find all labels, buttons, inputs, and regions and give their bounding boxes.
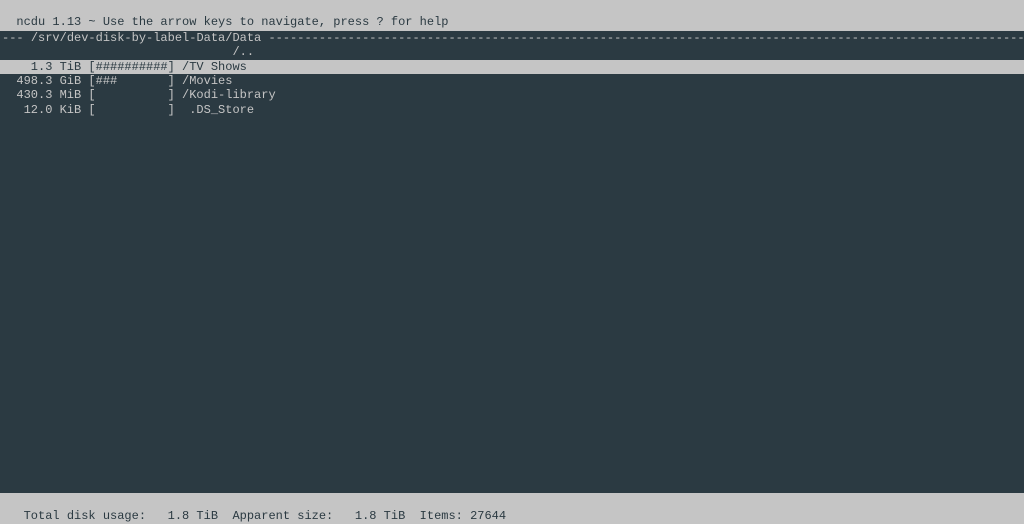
footer-stats: Total disk usage: 1.8 TiB Apparent size:… <box>16 509 506 523</box>
list-item[interactable]: 1.3 TiB [##########] /TV Shows <box>0 60 1024 74</box>
footer-bar: Total disk usage: 1.8 TiB Apparent size:… <box>0 493 1024 524</box>
current-directory: /srv/dev-disk-by-label-Data/Data <box>31 31 261 45</box>
list-item[interactable]: 12.0 KiB [ ] .DS_Store <box>0 103 1024 117</box>
header-bar: ncdu 1.13 ~ Use the arrow keys to naviga… <box>0 0 1024 31</box>
path-prefix: --- <box>2 31 31 45</box>
app-title: ncdu 1.13 ~ Use the arrow keys to naviga… <box>16 15 448 29</box>
path-line: --- /srv/dev-disk-by-label-Data/Data ---… <box>0 31 1024 45</box>
list-item[interactable]: 498.3 GiB [### ] /Movies <box>0 74 1024 88</box>
path-dashes: ----------------------------------------… <box>261 31 1024 45</box>
list-item[interactable]: 430.3 MiB [ ] /Kodi-library <box>0 88 1024 102</box>
file-listing: /.. 1.3 TiB [##########] /TV Shows 498.3… <box>0 45 1024 493</box>
parent-dir-row[interactable]: /.. <box>0 45 1024 59</box>
